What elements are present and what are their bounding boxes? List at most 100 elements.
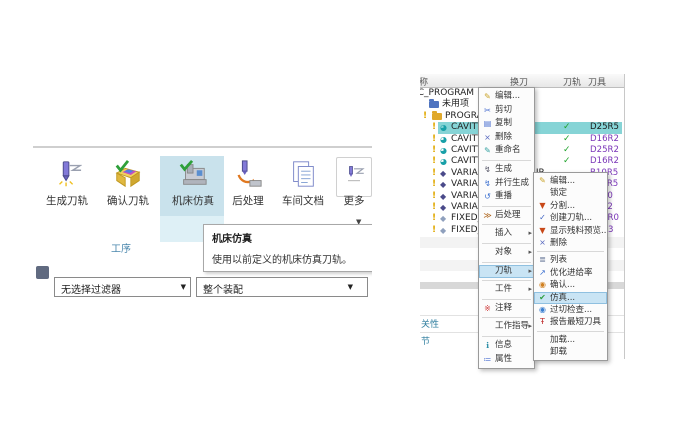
menu-item[interactable]: ℹ信息 (479, 339, 534, 353)
menu-item[interactable]: ▼分割... (534, 200, 607, 212)
chevron-down-icon[interactable]: ▼ (348, 283, 353, 291)
menu-item[interactable]: ◉过切检查... (534, 304, 607, 316)
menu-item[interactable]: ※注释 (479, 302, 534, 316)
tool-name: D16R2 (590, 156, 619, 167)
copy-icon: ▤ (481, 117, 494, 131)
alert-icon: ! (432, 225, 436, 236)
notes-icon: ※ (481, 302, 494, 316)
alert-icon: ! (432, 168, 436, 179)
menu-item-label: 编辑... (550, 176, 575, 186)
menu-item[interactable]: ✂剪切 (479, 104, 534, 118)
menu-item[interactable]: ✓创建刀轨... (534, 212, 607, 224)
menu-item[interactable]: ≣列表 (534, 254, 607, 266)
tool-name: D25R2 (590, 145, 619, 156)
menu-item[interactable]: ≔属性 (479, 353, 534, 367)
menu-item[interactable]: ≫后处理 (479, 209, 534, 223)
operation-type-icon: ◆ (440, 225, 446, 236)
menu-separator (482, 160, 531, 161)
composite-screenshot: { "ribbon": { "buttons": [ {"label":"生成刀… (0, 0, 680, 444)
menu-item[interactable]: 卸载 (534, 346, 607, 358)
alert-icon: ! (432, 191, 436, 202)
divide-icon: ▼ (536, 200, 549, 212)
menu-separator (482, 280, 531, 281)
generate-toolpath-label: 生成刀轨 (38, 194, 96, 208)
shop-documentation-button[interactable]: 车间文档 (272, 154, 334, 216)
section-label[interactable]: 节 (421, 334, 430, 347)
menu-item[interactable]: ▼显示残料预览... (534, 225, 607, 237)
selection-scope-combo[interactable]: 整个装配 ▼ (196, 277, 368, 297)
machine-simulation-button[interactable]: 机床仿真 (162, 154, 224, 216)
list-icon: ≣ (536, 254, 549, 266)
menu-item[interactable]: Ŧ报告最短刀具 (534, 316, 607, 328)
generate-toolpath-button[interactable]: 生成刀轨 (38, 154, 96, 216)
menu-item-label: 剪切 (495, 105, 512, 115)
gouge-check-icon: ◉ (536, 304, 549, 316)
menu-separator (482, 224, 531, 225)
menu-item[interactable]: 加载... (534, 334, 607, 346)
verify-icon: ◉ (536, 279, 549, 291)
toolpath-submenu: ✎编辑...锁定▼分割...✓创建刀轨...▼显示残料预览...×删除 ≣列表↗优… (533, 172, 608, 361)
menu-item[interactable]: ▤复制 (479, 117, 534, 131)
ribbon-fragment: 生成刀轨 确认刀轨 机床仿真 后处理 车间文档 更多 ▼ ▼ 工序 无 (33, 146, 372, 298)
section-label[interactable]: 关性 (421, 317, 439, 330)
menu-item[interactable]: ↯并行生成 (479, 177, 534, 191)
submenu-arrow-icon: ▸ (528, 227, 532, 241)
edit-icon: ✎ (536, 175, 549, 187)
menu-item[interactable]: ✔仿真... (534, 292, 607, 304)
menu-item-label: 加载... (550, 335, 575, 345)
selection-filter-combo[interactable]: 无选择过滤器 ▼ (54, 277, 191, 297)
properties-icon: ≔ (481, 353, 494, 367)
alert-icon: ! (432, 122, 436, 133)
menu-item[interactable]: 对象▸ (479, 246, 534, 260)
generate-toolpath-icon (38, 154, 96, 194)
shop-documentation-icon (272, 154, 334, 194)
menu-item-label: 插入 (495, 228, 512, 238)
postprocess-icon (225, 154, 271, 194)
more-button[interactable]: 更多 (336, 154, 372, 216)
verify-toolpath-icon (98, 154, 158, 194)
postprocess-button[interactable]: 后处理 (225, 154, 271, 216)
menu-item[interactable]: 工作指导▸ (479, 320, 534, 334)
alert-icon: ! (432, 156, 436, 167)
operation-type-icon: ◕ (440, 134, 447, 145)
menu-item-label: 删除 (550, 238, 567, 248)
menu-item[interactable]: ×删除 (479, 131, 534, 145)
chevron-down-icon[interactable]: ▼ (181, 283, 186, 291)
operation-type-icon: ◆ (440, 191, 446, 202)
clipped-icon-fragment (36, 266, 49, 279)
more-gallery-icon (336, 154, 372, 194)
menu-item-label: 后处理 (495, 210, 521, 220)
menu-item[interactable]: 插入 ▸ (479, 227, 534, 241)
machine-simulation-icon (162, 154, 224, 194)
edit-icon: ✎ (481, 90, 494, 104)
alert-icon: ! (432, 202, 436, 213)
menu-item[interactable]: ✎编辑... (479, 90, 534, 104)
menu-separator (482, 262, 531, 263)
toolpath-check-icon: ✓ (563, 134, 571, 145)
ribbon-top-divider (33, 146, 372, 148)
menu-item[interactable]: 工件▸ (479, 283, 534, 297)
menu-item[interactable]: ↯生成 (479, 163, 534, 177)
cut-icon: ✂ (481, 104, 494, 118)
verify-toolpath-button[interactable]: 确认刀轨 (98, 154, 158, 216)
menu-item[interactable]: ↺重播 (479, 190, 534, 204)
ipw-preview-icon: ▼ (536, 225, 549, 237)
alert-icon: ! (432, 179, 436, 190)
parallel-generate-icon: ↯ (481, 177, 494, 191)
operation-type-icon: ◆ (440, 179, 446, 190)
simulate-icon: ✔ (536, 292, 549, 304)
menu-item[interactable]: ✎编辑... (534, 175, 607, 187)
menu-item[interactable]: 刀轨▸ (479, 265, 534, 279)
operation-context-menu: ✎编辑...✂剪切▤复制×删除✎重命名↯生成↯并行生成↺重播≫后处理插入▸对象▸… (478, 87, 535, 369)
menu-item[interactable]: ×删除 (534, 237, 607, 249)
menu-item[interactable]: 锁定 (534, 187, 607, 199)
alert-icon: ! (432, 145, 436, 156)
menu-item[interactable]: ◉确认... (534, 279, 607, 291)
menu-item-label: 创建刀轨... (550, 213, 592, 223)
menu-item[interactable]: ✎重命名 (479, 144, 534, 158)
more-label: 更多 (336, 194, 372, 208)
menu-item-label: 工作指导 (495, 321, 529, 331)
operation-type-icon: ◆ (440, 202, 446, 213)
menu-item[interactable]: ↗优化进给率 (534, 267, 607, 279)
machine-simulation-label: 机床仿真 (162, 194, 224, 208)
